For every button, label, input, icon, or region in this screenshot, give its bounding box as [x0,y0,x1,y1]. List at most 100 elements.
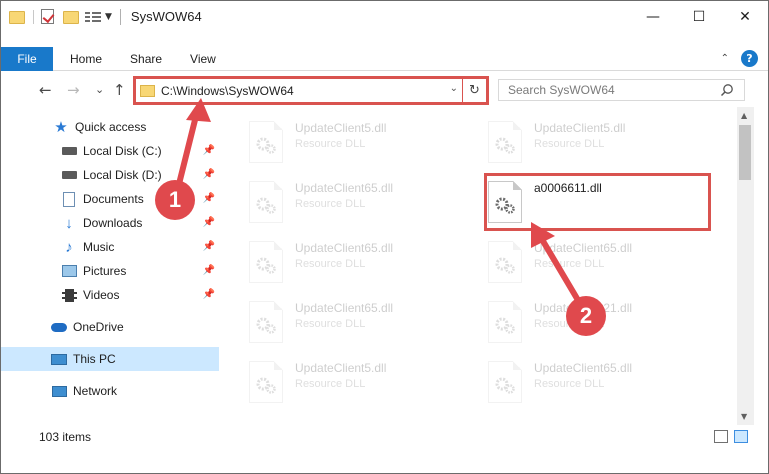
sidebar-item-label: Local Disk (D:) [83,168,162,182]
tab-view[interactable]: View [176,47,230,70]
music-icon: ♪ [65,238,73,256]
sidebar-item-label: This PC [73,352,116,366]
sidebar-item-this-pc[interactable]: This PC [1,347,219,371]
minimize-button[interactable]: — [630,1,676,32]
file-type: Resource DLL [295,258,366,270]
dll-file-icon [488,301,522,343]
forward-button[interactable]: → [67,81,80,99]
file-type: Resource DLL [534,378,605,390]
network-icon [51,383,67,399]
cloud-icon [51,319,67,335]
sidebar-item-label: Videos [83,288,120,302]
large-icons-view-icon[interactable] [734,430,748,443]
ribbon-tabs: File Home Share View ⌃ ? [1,47,768,71]
collapse-ribbon-icon[interactable]: ⌃ [721,53,729,64]
file-name: UpdateClient65.dll [295,301,394,315]
help-icon[interactable]: ? [741,50,758,67]
file-type: Resource DLL [295,378,366,390]
sidebar-item-label: Network [73,384,118,398]
sidebar-item-label: OneDrive [73,320,124,334]
sidebar-item-label: Documents [83,192,144,206]
pin-icon[interactable]: 📌 [203,145,215,156]
up-button[interactable]: ↑ [113,81,126,99]
search-icon[interactable] [720,83,734,97]
dll-file-icon [488,181,522,223]
file-name: a0006611.dll [534,181,602,195]
back-button[interactable]: ← [39,81,52,99]
window-controls: — ☐ ✕ [630,1,768,32]
divider [33,9,34,24]
scroll-down-icon[interactable]: ▼ [741,412,747,421]
file-name: UpdateClient65.dll [295,241,394,255]
close-button[interactable]: ✕ [722,1,768,32]
tab-share[interactable]: Share [116,47,176,70]
address-bar[interactable]: C:\Windows\SysWOW64 ⌄ ↻ [133,76,489,105]
search-input[interactable]: Search SysWOW64 [498,79,745,101]
dll-file-icon [249,241,283,283]
dll-file-icon [249,301,283,343]
documents-icon [61,191,77,207]
annotation-marker-2: 2 [566,296,606,336]
status-bar: 103 items [1,425,768,449]
file-item[interactable]: UpdateClient5.dll Resource DLL [488,115,718,169]
recent-locations-button[interactable]: ⌄ [95,83,104,96]
window-title: SysWOW64 [130,9,202,24]
title-bar: ▼ SysWOW64 — ☐ ✕ [1,1,768,32]
sidebar-item-videos[interactable]: Videos 📌 [1,283,219,307]
file-item[interactable]: UpdateClient65.dll Resource DLL [488,355,718,409]
customize-toolbar-dropdown-icon[interactable]: ▼ [105,12,112,22]
view-toggle [708,430,748,443]
refresh-button[interactable]: ↻ [462,79,486,102]
address-dropdown-icon[interactable]: ⌄ [450,83,458,94]
file-item-a0006611[interactable]: a0006611.dll [488,175,718,229]
file-type: Resource DLL [295,138,366,150]
sidebar-item-label: Downloads [83,216,143,230]
navigation-pane: ★ Quick access Local Disk (C:) 📌 Local D… [1,113,229,418]
sidebar-item-onedrive[interactable]: OneDrive [1,315,219,339]
pin-icon[interactable]: 📌 [203,289,215,300]
quick-access-toolbar: ▼ SysWOW64 [1,1,202,32]
maximize-button[interactable]: ☐ [676,1,722,32]
sidebar-item-quick-access[interactable]: ★ Quick access [1,115,219,139]
file-item[interactable]: UpdateClient65.dll Resource DLL [249,175,479,229]
tab-file[interactable]: File [1,47,53,71]
sidebar-item-label: Local Disk (C:) [83,144,162,158]
file-type: Resource DLL [534,138,605,150]
tab-home[interactable]: Home [53,47,116,70]
pin-icon[interactable]: 📌 [203,169,215,180]
file-list: UpdateClient5.dll Resource DLL UpdateClie… [229,107,737,423]
properties-check-icon[interactable] [41,8,57,25]
file-item[interactable]: UpdateClient5.dll Resource DLL [249,355,479,409]
file-item[interactable]: UpdateClient65.dll Resource DLL [249,295,479,349]
folder-icon [9,9,25,25]
dll-file-icon [249,181,283,223]
sidebar-item-local-disk-c[interactable]: Local Disk (C:) 📌 [1,139,219,163]
properties-icon[interactable] [85,10,101,24]
pin-icon[interactable]: 📌 [203,217,215,228]
pin-icon[interactable]: 📌 [203,193,215,204]
file-item[interactable]: UpdateClient5.dll Resource DLL [249,115,479,169]
vertical-scrollbar[interactable]: ▲ ▼ [737,107,754,425]
dll-file-icon [249,121,283,163]
pin-icon[interactable]: 📌 [203,265,215,276]
pin-icon[interactable]: 📌 [203,241,215,252]
download-icon: ↓ [65,214,73,232]
file-name: UpdateClient5.dll [295,121,387,135]
address-path[interactable]: C:\Windows\SysWOW64 [161,84,294,98]
scroll-up-icon[interactable]: ▲ [741,111,747,120]
file-item[interactable]: UpdateClient65.dll Resource DLL [488,235,718,289]
file-type: Resource DLL [295,198,366,210]
new-folder-icon[interactable] [63,9,79,25]
details-view-icon[interactable] [714,430,728,443]
sidebar-item-music[interactable]: ♪ Music 📌 [1,235,219,259]
videos-icon [61,287,77,303]
file-type: Resource DLL [295,318,366,330]
scrollbar-thumb[interactable] [739,125,751,180]
sidebar-item-label: Quick access [75,120,147,134]
sidebar-item-label: Pictures [83,264,127,278]
file-name: UpdateClient65.dll [534,241,633,255]
file-item[interactable]: UpdateClient65.dll Resource DLL [249,235,479,289]
drive-icon [61,167,77,183]
sidebar-item-network[interactable]: Network [1,379,219,403]
sidebar-item-pictures[interactable]: Pictures 📌 [1,259,219,283]
